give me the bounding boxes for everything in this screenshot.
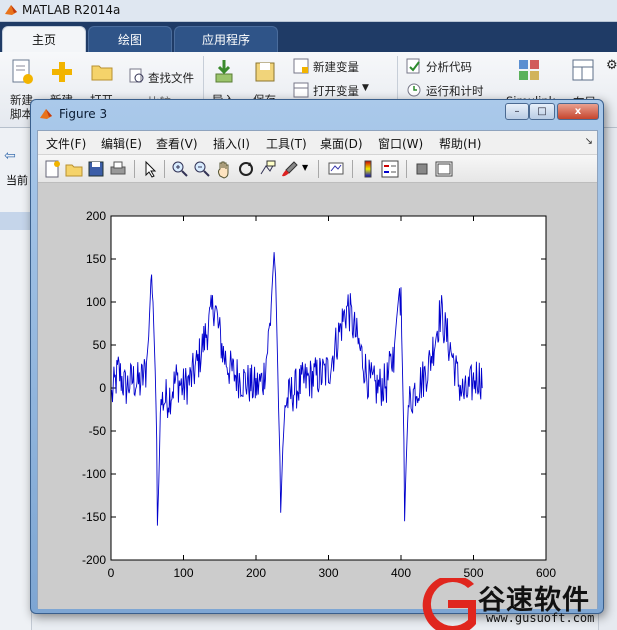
pointer-icon[interactable]: [140, 159, 160, 179]
matlab-figure-icon: [40, 109, 52, 119]
data-cursor-icon[interactable]: [258, 159, 278, 179]
pan-hand-icon[interactable]: [214, 159, 234, 179]
y-tick-label: -50: [89, 424, 107, 438]
menu-file[interactable]: 文件(F): [46, 135, 86, 152]
colorbar-icon[interactable]: [358, 159, 378, 179]
new-icon[interactable]: [50, 60, 74, 84]
x-tick-label: 0: [108, 566, 115, 580]
window-title: MATLAB R2014a: [22, 3, 121, 17]
simulink-icon[interactable]: [517, 58, 541, 82]
analyze-code-icon[interactable]: [406, 58, 422, 74]
y-tick-label: -100: [82, 467, 106, 481]
toolbar-separator: [134, 160, 135, 178]
x-tick-label: 200: [246, 566, 266, 580]
print-icon[interactable]: [108, 159, 128, 179]
figure-client-area: 文件(F) 编辑(E) 查看(V) 插入(I) 工具(T) 桌面(D) 窗口(W…: [37, 130, 598, 609]
toolbar-separator: [352, 160, 353, 178]
x-tick-label: 300: [318, 566, 338, 580]
find-files-label[interactable]: 查找文件: [148, 70, 194, 86]
analyze-code-label[interactable]: 分析代码: [426, 59, 472, 75]
line-chart[interactable]: 0 100 200 300 400 500 600-200-150-100-50050100…: [38, 183, 597, 609]
settings-icon[interactable]: ⚙: [606, 58, 617, 73]
matlab-titlebar: MATLAB R2014a: [0, 0, 617, 22]
figure-toolbar: ▼: [38, 155, 597, 183]
y-tick-label: 150: [86, 252, 106, 266]
y-tick-label: 0: [99, 381, 106, 395]
new-figure-icon[interactable]: [42, 159, 62, 179]
toolbar-separator: [406, 160, 407, 178]
watermark-logo-icon: [422, 578, 476, 630]
back-arrow-icon[interactable]: ⇦: [4, 148, 16, 164]
save-icon[interactable]: [86, 159, 106, 179]
current-folder-panel: ⇦ 当前: [0, 128, 32, 630]
show-plot-tools-icon[interactable]: [434, 159, 454, 179]
layout-icon[interactable]: [571, 58, 595, 82]
file-list-item[interactable]: [0, 212, 32, 230]
menu-edit[interactable]: 编辑(E): [101, 135, 142, 152]
rotate-3d-icon[interactable]: [236, 159, 256, 179]
minimize-button[interactable]: –: [505, 103, 529, 120]
tab-home[interactable]: 主页: [2, 26, 86, 52]
watermark: 谷速软件 www.gusuoft.com: [420, 578, 617, 630]
open-folder-icon[interactable]: [90, 62, 114, 82]
hide-plot-tools-icon[interactable]: [412, 159, 432, 179]
plot-area[interactable]: 0 100 200 300 400 500 600 -200 -150 -100 -50 0 50 100…: [38, 183, 597, 609]
toolbar-separator: [164, 160, 165, 178]
dock-arrow-icon[interactable]: ↘: [585, 136, 593, 147]
zoom-out-icon[interactable]: [192, 159, 212, 179]
y-tick-label: 100: [86, 295, 106, 309]
menu-desktop[interactable]: 桌面(D): [320, 135, 363, 152]
menu-view[interactable]: 查看(V): [156, 135, 198, 152]
toolbar-separator: [318, 160, 319, 178]
x-tick-label: 100: [173, 566, 193, 580]
figure-window[interactable]: Figure 3 – □ x 文件(F) 编辑(E) 查看(V) 插入(I) 工…: [30, 99, 604, 614]
x-tick-label: 400: [391, 566, 411, 580]
run-and-time-label[interactable]: 运行和计时: [426, 83, 484, 99]
tab-apps[interactable]: 应用程序: [174, 26, 278, 52]
figure-menubar: 文件(F) 编辑(E) 查看(V) 插入(I) 工具(T) 桌面(D) 窗口(W…: [38, 131, 597, 155]
save-workspace-icon[interactable]: [253, 60, 277, 84]
menu-help[interactable]: 帮助(H): [439, 135, 481, 152]
close-button[interactable]: x: [557, 103, 599, 120]
legend-icon[interactable]: [380, 159, 400, 179]
brush-icon[interactable]: [280, 159, 300, 179]
import-data-icon[interactable]: [212, 58, 236, 86]
menu-insert[interactable]: 插入(I): [213, 135, 250, 152]
watermark-url: www.gusuoft.com: [486, 611, 595, 625]
ribbon-tabbar: 主页 绘图 应用程序: [0, 22, 617, 52]
y-tick-label: 200: [86, 209, 106, 223]
y-tick-label: 50: [93, 338, 107, 352]
brush-dropdown-chevron-icon[interactable]: ▼: [302, 163, 308, 172]
menu-window[interactable]: 窗口(W): [378, 135, 423, 152]
menu-tools[interactable]: 工具(T): [266, 135, 307, 152]
new-variable-icon[interactable]: [293, 58, 309, 74]
zoom-in-icon[interactable]: [170, 159, 190, 179]
figure-title: Figure 3: [59, 107, 108, 121]
open-variable-label[interactable]: 打开变量: [313, 83, 359, 99]
y-tick-label: -150: [82, 510, 106, 524]
run-and-time-icon[interactable]: [406, 82, 422, 98]
chevron-down-icon[interactable]: ▼: [362, 83, 369, 93]
tab-plots[interactable]: 绘图: [88, 26, 172, 52]
figure-titlebar[interactable]: Figure 3 – □ x: [31, 100, 603, 128]
y-tick-label: -200: [82, 553, 106, 567]
current-folder-label: 当前: [6, 174, 28, 187]
maximize-button[interactable]: □: [529, 103, 555, 120]
open-variable-icon[interactable]: [293, 82, 309, 98]
link-plot-icon[interactable]: [326, 159, 346, 179]
new-variable-label[interactable]: 新建变量: [313, 59, 359, 75]
new-script-icon[interactable]: [10, 58, 34, 86]
find-files-icon[interactable]: [129, 68, 145, 84]
matlab-logo-icon: [5, 5, 17, 15]
open-file-icon[interactable]: [64, 159, 84, 179]
